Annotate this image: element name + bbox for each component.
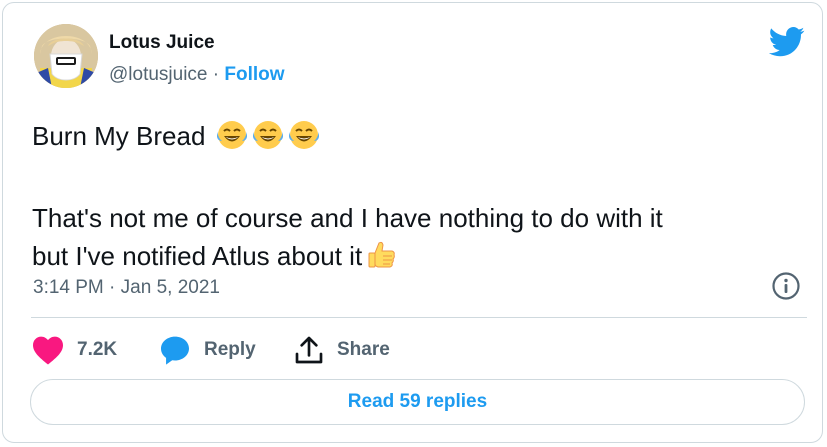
share-label: Share <box>337 339 390 360</box>
tweet-line-blank <box>32 161 802 199</box>
info-icon[interactable] <box>771 271 801 301</box>
reply-bubble-icon <box>161 336 189 365</box>
tweet-line-1: Burn My Bread <box>32 117 802 161</box>
handle-separator: · <box>207 64 225 85</box>
heart-icon <box>33 336 63 365</box>
tweet-line-3-text: but I've notified Atlus about it <box>32 241 363 271</box>
like-count: 7.2K <box>77 339 118 360</box>
tweet-line-1-text: Burn My Bread <box>32 121 206 151</box>
tweet-line-2: That's not me of course and I have nothi… <box>32 203 663 233</box>
read-replies-button[interactable]: Read 59 replies <box>30 379 805 425</box>
follow-button[interactable]: Follow <box>224 64 284 85</box>
meta-separator: · <box>103 277 121 298</box>
divider <box>31 317 807 318</box>
share-button[interactable]: Share <box>293 333 390 367</box>
share-icon <box>295 336 323 364</box>
laughing-crying-emoji-icon <box>216 119 324 161</box>
reply-label: Reply <box>204 339 256 360</box>
author-handle-row: @lotusjuice · Follow <box>109 64 285 86</box>
tweet-date: Jan 5, 2021 <box>120 277 220 298</box>
tweet-line-3: but I've notified Atlus about it <box>32 237 802 281</box>
reply-button[interactable]: Reply <box>158 333 256 367</box>
tweet-text: Burn My Bread That's not me of course an… <box>32 117 802 281</box>
like-button[interactable]: 7.2K <box>31 333 117 367</box>
author-handle[interactable]: @lotusjuice <box>109 64 208 85</box>
thumbs-up-emoji-icon <box>365 239 397 281</box>
tweet-card: Lotus Juice @lotusjuice · Follow Burn My… <box>2 2 823 443</box>
twitter-bird-icon[interactable] <box>768 27 805 57</box>
author-name[interactable]: Lotus Juice <box>109 32 215 54</box>
tweet-time: 3:14 PM <box>33 277 104 298</box>
avatar[interactable] <box>34 24 98 88</box>
tweet-timestamp[interactable]: 3:14 PM · Jan 5, 2021 <box>33 277 220 299</box>
